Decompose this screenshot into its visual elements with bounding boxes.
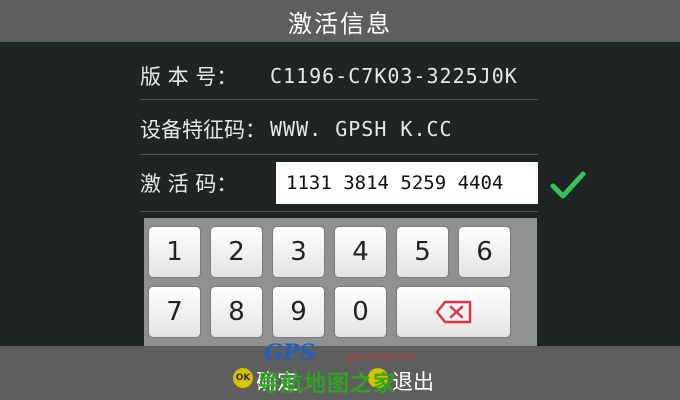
- ok-icon: OK: [233, 368, 253, 388]
- title-bar: 激活信息: [0, 0, 680, 42]
- key-6[interactable]: 6: [458, 226, 511, 278]
- key-0[interactable]: 0: [334, 286, 387, 338]
- key-7[interactable]: 7: [148, 286, 201, 338]
- delete-key[interactable]: [396, 286, 511, 338]
- watermark-url: gpsonroad.com: [346, 352, 416, 362]
- key-3[interactable]: 3: [272, 226, 325, 278]
- device-code-value: WWW. GPSH K.CC: [270, 117, 453, 141]
- watermark-logo: GPS: [264, 340, 316, 366]
- page-title: 激活信息: [288, 9, 392, 38]
- exit-button[interactable]: 退出: [392, 366, 434, 396]
- device-code-row: 设备特征码： WWW. GPSH K.CC: [140, 103, 538, 155]
- key-1[interactable]: 1: [148, 226, 201, 278]
- divider: [140, 211, 538, 212]
- numeric-keypad: 1 2 3 4 5 6 7 8 9 0: [144, 218, 537, 346]
- key-4[interactable]: 4: [334, 226, 387, 278]
- watermark-text: 导航地图之家: [258, 372, 397, 397]
- device-code-label: 设备特征码：: [140, 118, 266, 142]
- version-label: 版 本 号：: [140, 65, 238, 89]
- check-icon: [550, 171, 586, 199]
- key-8[interactable]: 8: [210, 286, 263, 338]
- divider: [140, 154, 538, 155]
- version-value: C1196-C7K03-3225J0K: [270, 64, 518, 88]
- backspace-icon: [435, 300, 471, 324]
- key-2[interactable]: 2: [210, 226, 263, 278]
- version-row: 版 本 号： C1196-C7K03-3225J0K: [140, 50, 538, 102]
- divider: [140, 99, 538, 100]
- key-5[interactable]: 5: [396, 226, 449, 278]
- activation-label: 激 活 码：: [140, 172, 238, 196]
- activation-code-input[interactable]: 1131 3814 5259 4404: [276, 162, 538, 204]
- key-9[interactable]: 9: [272, 286, 325, 338]
